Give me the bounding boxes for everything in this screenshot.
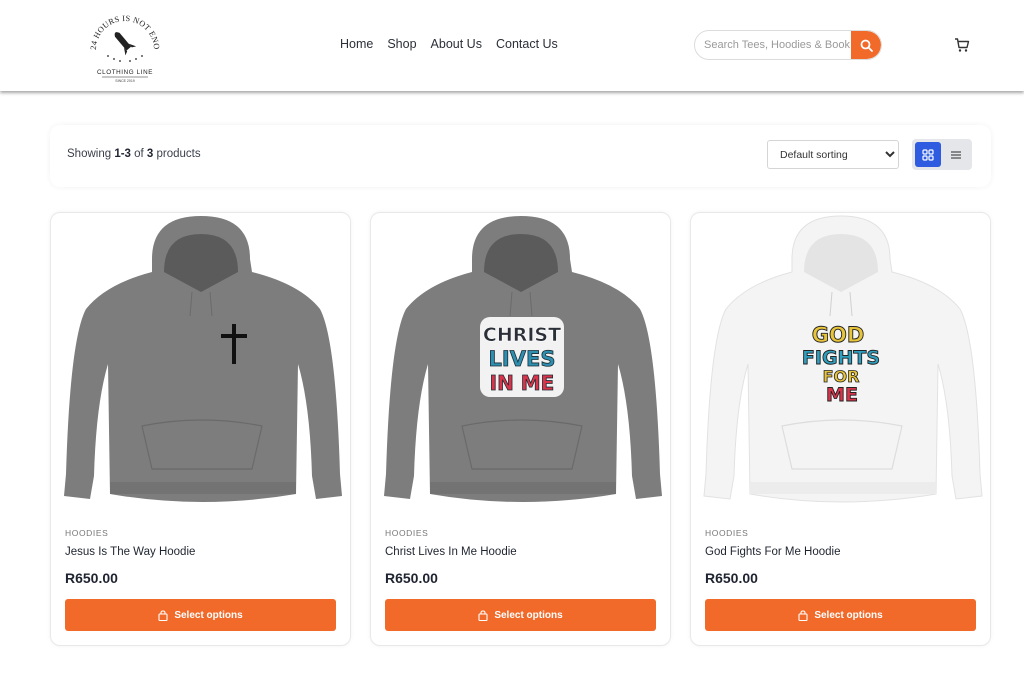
- search-icon: [860, 39, 873, 52]
- select-options-label: Select options: [174, 609, 243, 621]
- grid-view-button[interactable]: [915, 142, 941, 167]
- graphic-word: FIGHTS: [802, 347, 880, 369]
- select-options-button[interactable]: Select options: [705, 599, 976, 631]
- cart-icon: [955, 38, 970, 52]
- view-toggle: [912, 139, 972, 170]
- select-options-button[interactable]: Select options: [385, 599, 656, 631]
- product-category[interactable]: HOODIES: [385, 528, 428, 538]
- shopping-bag-icon: [478, 609, 488, 621]
- product-title[interactable]: Jesus Is The Way Hoodie: [65, 546, 195, 558]
- select-options-label: Select options: [814, 609, 883, 621]
- nav-contact-us[interactable]: Contact Us: [496, 37, 558, 51]
- nav-shop[interactable]: Shop: [387, 37, 416, 51]
- cart-button[interactable]: [954, 37, 970, 53]
- sort-select[interactable]: Default sorting: [767, 140, 899, 169]
- list-view-icon: [951, 150, 961, 159]
- main-nav: Home Shop About Us Contact Us: [340, 37, 572, 51]
- product-category[interactable]: HOODIES: [705, 528, 748, 538]
- logo-since: SINCE 2019: [115, 79, 135, 83]
- hoodie-image: [64, 216, 342, 502]
- site-logo[interactable]: 24 HOURS IS NOT ENOUGH CLOTHING LINE SIN…: [81, 0, 166, 84]
- graphic-word: LIVES: [489, 347, 556, 371]
- nav-about-us[interactable]: About Us: [431, 37, 482, 51]
- product-card[interactable]: GOD FIGHTS FOR ME HOODIES God Fights For…: [690, 212, 991, 646]
- product-image[interactable]: CHRIST LIVES IN ME: [372, 214, 670, 514]
- graphic-word: IN ME: [490, 371, 555, 395]
- list-view-button[interactable]: [943, 142, 969, 167]
- product-card[interactable]: CHRIST LIVES IN ME HOODIES Christ Lives …: [370, 212, 671, 646]
- search-button[interactable]: [851, 31, 881, 59]
- site-header: 24 HOURS IS NOT ENOUGH CLOTHING LINE SIN…: [0, 0, 1024, 91]
- search-input[interactable]: [695, 31, 853, 59]
- select-options-label: Select options: [494, 609, 563, 621]
- search-bar: [694, 30, 882, 60]
- shopping-bag-icon: [798, 609, 808, 621]
- product-title[interactable]: God Fights For Me Hoodie: [705, 546, 841, 558]
- product-price: R650.00: [705, 570, 758, 586]
- product-image[interactable]: [52, 214, 350, 514]
- shopping-bag-icon: [158, 609, 168, 621]
- graphic-word: ME: [826, 384, 858, 406]
- graphic-word: GOD: [812, 323, 865, 347]
- result-range: 1-3: [114, 148, 131, 160]
- logo-clothing-line: CLOTHING LINE: [97, 69, 153, 76]
- product-category[interactable]: HOODIES: [65, 528, 108, 538]
- product-price: R650.00: [385, 570, 438, 586]
- product-price: R650.00: [65, 570, 118, 586]
- select-options-button[interactable]: Select options: [65, 599, 336, 631]
- product-card[interactable]: HOODIES Jesus Is The Way Hoodie R650.00 …: [50, 212, 351, 646]
- christ-lives-in-me-graphic: CHRIST LIVES IN ME: [480, 317, 564, 397]
- shop-toolbar: Showing 1-3 of 3 products Default sortin…: [50, 125, 991, 187]
- result-count: Showing 1-3 of 3 products: [67, 148, 201, 160]
- nav-home[interactable]: Home: [340, 37, 373, 51]
- graphic-word: CHRIST: [483, 324, 561, 346]
- product-image[interactable]: GOD FIGHTS FOR ME: [692, 214, 990, 514]
- grid-view-icon: [922, 148, 934, 161]
- product-title[interactable]: Christ Lives In Me Hoodie: [385, 546, 517, 558]
